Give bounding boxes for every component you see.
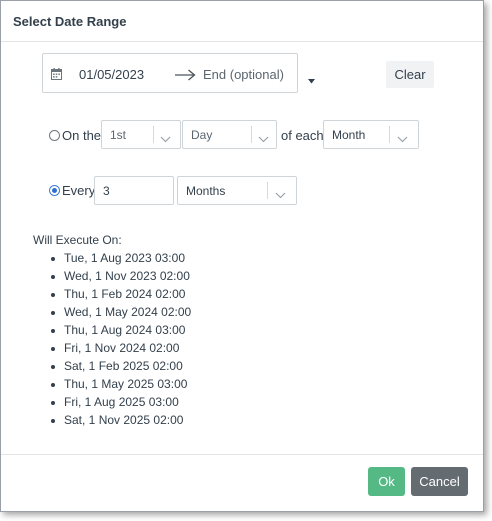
select-separator [389, 126, 390, 143]
every-unit-select[interactable]: Months [177, 176, 297, 205]
ordinal-select[interactable]: 1st [101, 120, 181, 149]
unit-select[interactable]: Day [182, 120, 277, 149]
on-the-label: On the [62, 128, 102, 143]
list-item: Thu, 1 May 2025 03:00 [49, 377, 191, 395]
will-execute-title: Will Execute On: [33, 233, 122, 247]
list-item: Wed, 1 May 2024 02:00 [49, 305, 191, 323]
every-count-value: 3 [103, 184, 110, 198]
every-label: Every [62, 183, 96, 198]
select-separator [153, 126, 154, 143]
caret-down-icon[interactable] [308, 71, 315, 89]
chevron-down-icon [397, 130, 408, 148]
unit-value: Day [191, 128, 213, 142]
list-item: Fri, 1 Aug 2025 03:00 [49, 395, 191, 413]
dialog-title: Select Date Range [13, 14, 127, 29]
start-date-input[interactable]: 01/05/2023 [79, 67, 144, 82]
list-item: Tue, 1 Aug 2023 03:00 [49, 251, 191, 269]
period-select[interactable]: Month [323, 120, 419, 149]
footer-divider [1, 454, 483, 455]
list-item: Wed, 1 Nov 2023 02:00 [49, 269, 191, 287]
chevron-down-icon [160, 130, 171, 148]
list-item: Thu, 1 Aug 2024 03:00 [49, 323, 191, 341]
calendar-icon [51, 67, 62, 85]
every-unit-value: Months [186, 184, 226, 198]
ok-button[interactable]: Ok [368, 467, 405, 496]
list-item: Thu, 1 Feb 2024 02:00 [49, 287, 191, 305]
list-item: Sat, 1 Nov 2025 02:00 [49, 413, 191, 431]
arrow-right-icon [174, 68, 196, 86]
period-value: Month [332, 128, 366, 142]
select-date-range-dialog: Select Date Range 01/05/2023 End (option… [0, 0, 484, 512]
select-separator [267, 182, 268, 199]
chevron-down-icon [275, 186, 286, 204]
clear-button[interactable]: Clear [386, 61, 434, 88]
end-date-input[interactable]: End (optional) [203, 67, 284, 82]
date-range-picker[interactable]: 01/05/2023 End (optional) [42, 53, 298, 93]
every-radio[interactable] [49, 185, 60, 196]
ordinal-value: 1st [110, 128, 127, 142]
chevron-down-icon [258, 130, 269, 148]
every-count-input[interactable]: 3 [94, 176, 174, 205]
list-item: Sat, 1 Feb 2025 02:00 [49, 359, 191, 377]
execution-dates-list: Tue, 1 Aug 2023 03:00 Wed, 1 Nov 2023 02… [49, 251, 191, 431]
dialog-header: Select Date Range [1, 1, 483, 42]
of-each-label: of each [281, 128, 324, 143]
on-the-radio[interactable] [49, 130, 60, 141]
select-separator [251, 126, 252, 143]
list-item: Fri, 1 Nov 2024 02:00 [49, 341, 191, 359]
cancel-button[interactable]: Cancel [411, 467, 468, 496]
